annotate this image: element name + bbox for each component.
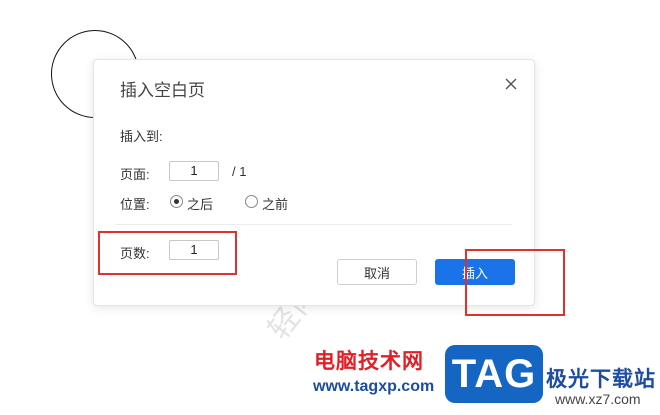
watermark-site-name: 极光下载站 [546,368,656,391]
dialog-title: 插入空白页 [120,81,205,100]
dialog-divider [116,224,512,225]
watermark-site-url: www.xz7.com [555,391,641,407]
page-total: / 1 [232,164,247,179]
watermark-url: www.tagxp.com [313,378,435,395]
cancel-button[interactable]: 取消 [337,259,417,285]
position-label: 位置: [120,197,150,212]
position-before-label: 之前 [262,197,289,212]
watermark-site-title: 电脑技术网 [314,350,424,373]
position-before-radio[interactable] [245,195,258,208]
close-icon [505,78,517,90]
page-label: 页面: [120,167,150,182]
page-number-input[interactable] [169,161,219,181]
position-after-label: 之后 [187,197,214,212]
highlight-box-page-count [98,231,237,275]
insert-to-label: 插入到: [120,129,163,144]
tag-logo-icon: TAG [445,345,543,403]
position-after-radio[interactable] [170,195,183,208]
close-button[interactable] [502,75,520,93]
highlight-box-insert [465,249,565,316]
